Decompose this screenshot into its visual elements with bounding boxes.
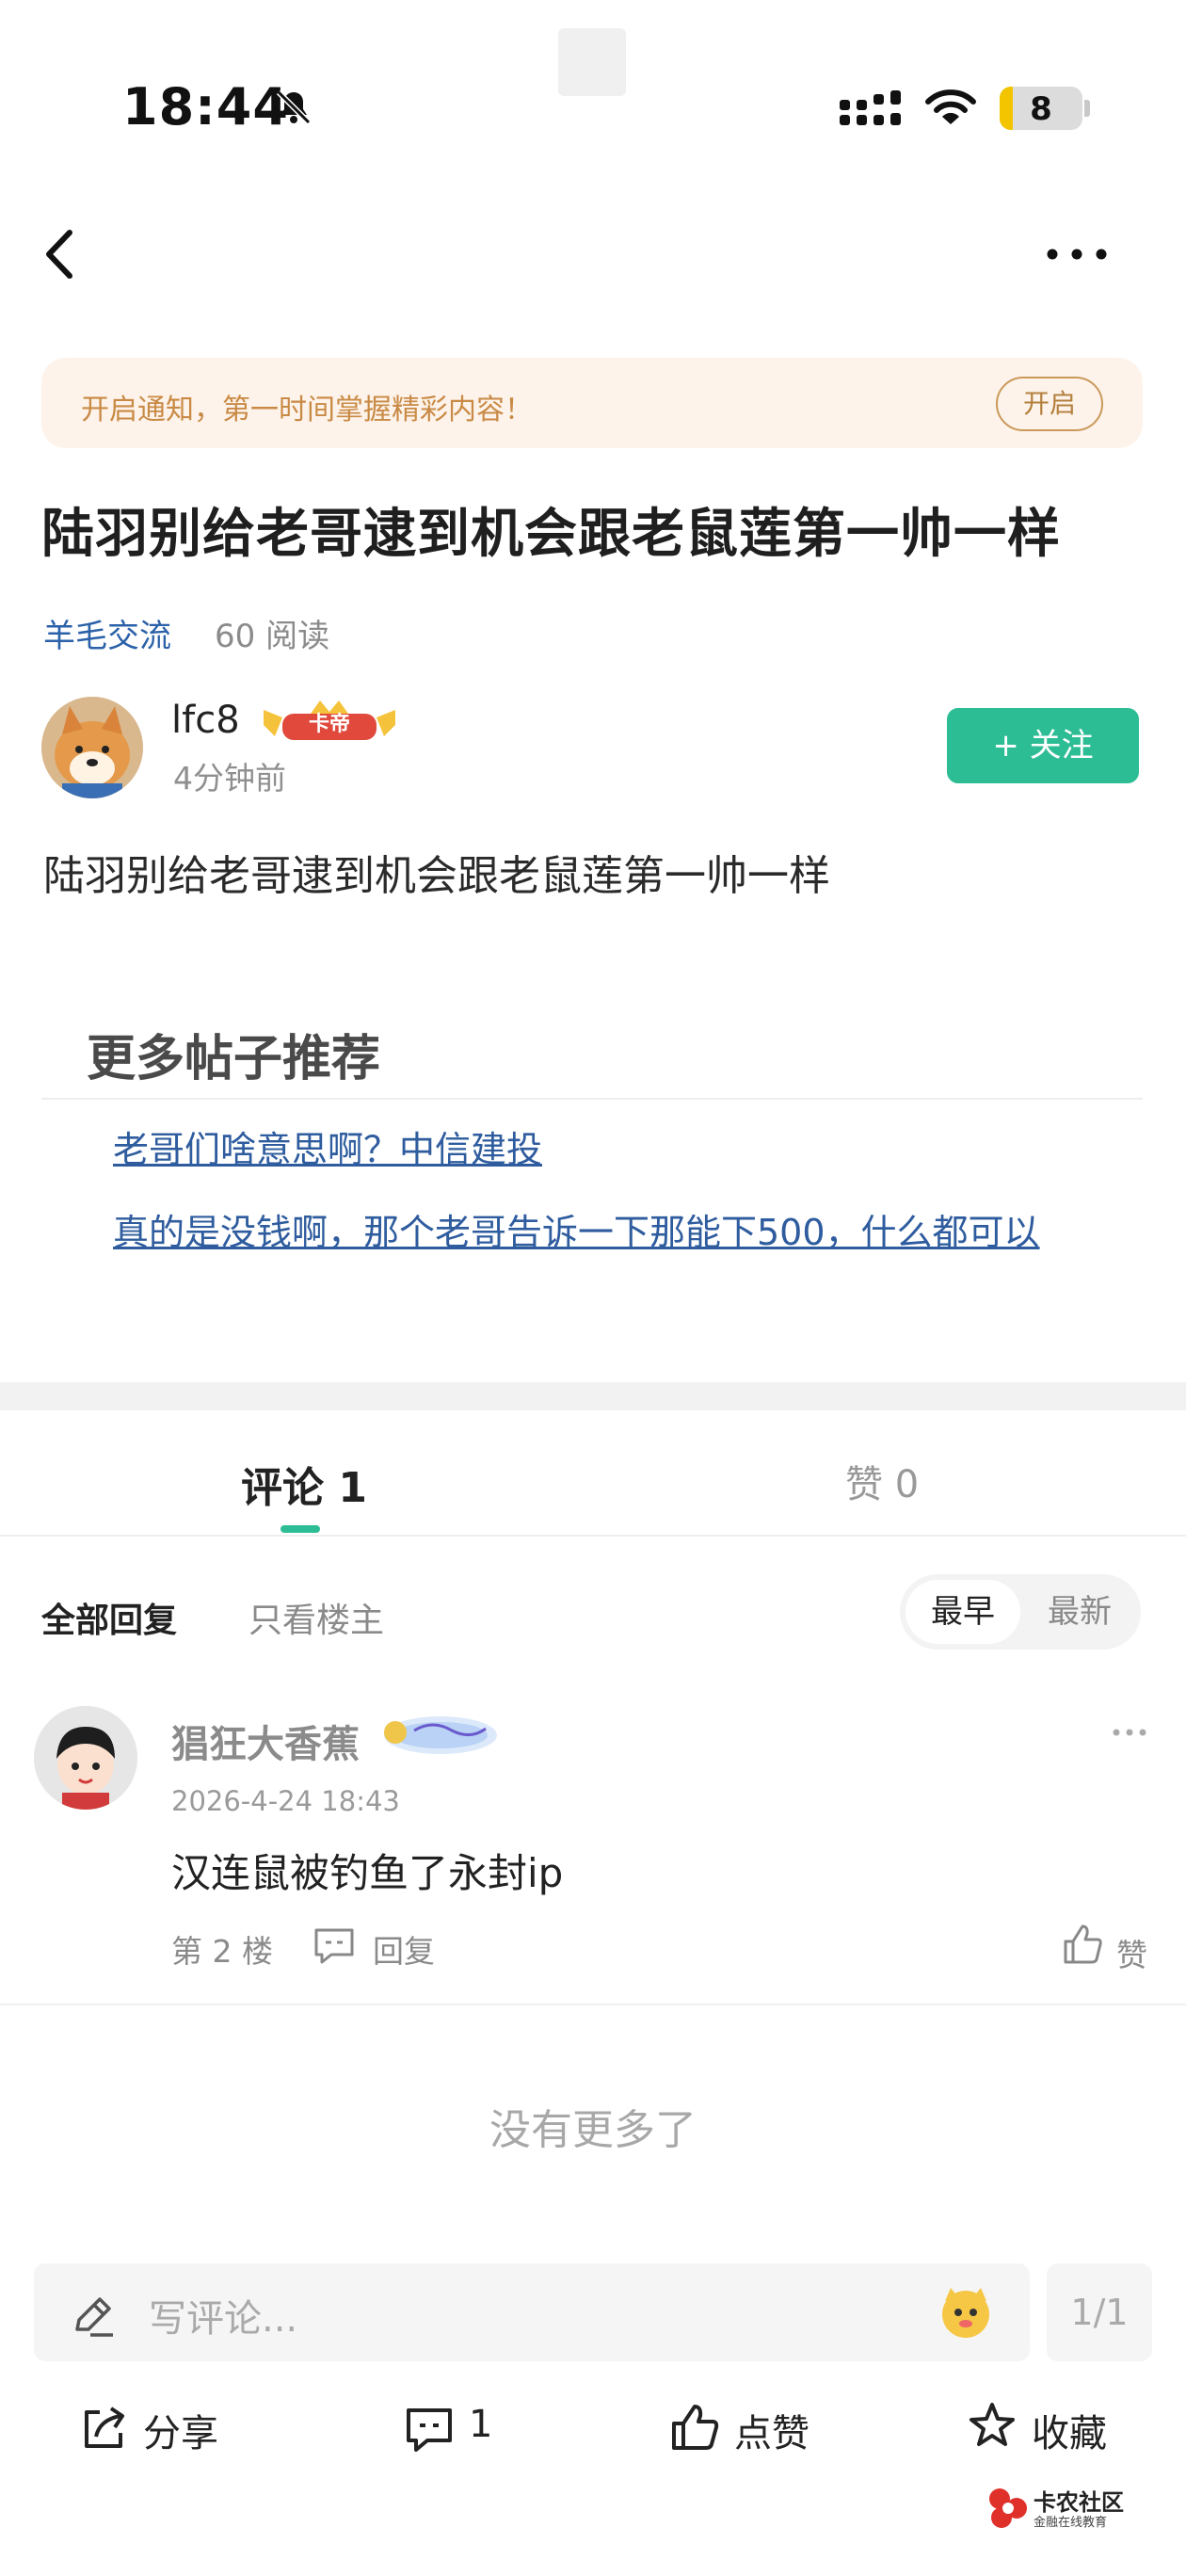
more-options-icon[interactable] <box>1043 240 1111 268</box>
battery-cap <box>1084 100 1090 117</box>
like-icon[interactable] <box>670 2403 719 2452</box>
recommend-heading: 更多帖子推荐 <box>87 1031 381 1087</box>
tab-likes[interactable]: 赞 0 <box>845 1454 919 1508</box>
wifi-icon <box>925 89 976 124</box>
recommend-link[interactable]: 真的是没钱啊，那个老哥告诉一下那能下500，什么都可以 <box>113 1203 1084 1255</box>
notification-text: 开启通知，第一时间掌握精彩内容！ <box>81 394 533 427</box>
follow-button[interactable]: + 关注 <box>947 708 1139 783</box>
active-tab-indicator <box>280 1525 320 1533</box>
comment-time: 2026-4-24 18:43 <box>171 1785 400 1817</box>
comment-input[interactable]: 写评论... <box>34 2263 1030 2361</box>
author-avatar[interactable] <box>41 697 143 798</box>
emoji-icon[interactable] <box>938 2284 994 2341</box>
commenter-level-badge <box>384 1716 497 1754</box>
no-more-text: 没有更多了 <box>489 2106 697 2154</box>
star-icon[interactable] <box>968 2401 1017 2450</box>
back-icon[interactable] <box>38 221 94 287</box>
read-count: 60 阅读 <box>215 618 330 655</box>
favorite-button[interactable]: 收藏 <box>1032 2403 1107 2457</box>
like-button[interactable]: 点赞 <box>734 2403 809 2457</box>
divider <box>41 1098 1143 1100</box>
recommend-link[interactable]: 老哥们啥意思啊？中信建投 <box>113 1120 1111 1172</box>
commenter-name[interactable]: 猖狂大香蕉 <box>171 1714 360 1768</box>
cellular-signal-icon <box>840 90 901 125</box>
post-category[interactable]: 羊毛交流 <box>43 610 171 656</box>
vip-badge: 卡帝 <box>258 697 401 746</box>
share-icon[interactable] <box>79 2405 128 2454</box>
watermark-subtitle: 金融在线教育 <box>1034 2516 1108 2530</box>
pen-icon <box>75 2297 113 2337</box>
comment-more-icon[interactable] <box>1111 1723 1148 1742</box>
kanong-logo-icon <box>989 2488 1027 2528</box>
sort-toggle: 最早 最新 <box>900 1574 1141 1650</box>
battery-indicator: 8 <box>1000 87 1082 130</box>
filter-all-replies[interactable]: 全部回复 <box>41 1593 177 1642</box>
post-body: 陆羽别给老哥逮到机会跟老鼠莲第一帅一样 <box>43 852 830 900</box>
reply-icon[interactable] <box>313 1926 356 1964</box>
post-time: 4分钟前 <box>173 760 286 797</box>
filter-op-only[interactable]: 只看楼主 <box>248 1593 384 1642</box>
camera-indicator <box>558 28 626 96</box>
divider <box>0 1535 1186 1537</box>
sort-earliest-button[interactable]: 最早 <box>906 1580 1020 1644</box>
page-indicator[interactable]: 1/1 <box>1047 2263 1152 2361</box>
reply-button[interactable]: 回复 <box>373 1926 435 1972</box>
share-button[interactable]: 分享 <box>143 2403 218 2457</box>
thumbs-up-icon[interactable] <box>1062 1923 1103 1966</box>
vip-badge-text: 卡帝 <box>308 713 350 736</box>
comment-floor: 第 2 楼 <box>171 1933 273 1970</box>
section-separator <box>0 1382 1186 1410</box>
commenter-avatar[interactable] <box>34 1706 137 1810</box>
status-time: 18:44 <box>122 77 289 137</box>
comment-text: 汉连鼠被钓鱼了永封ip <box>171 1850 564 1896</box>
status-bar: 18:44 8 <box>0 0 1186 179</box>
tab-comments[interactable]: 评论 1 <box>241 1454 367 1514</box>
comment-icon[interactable] <box>405 2405 454 2454</box>
cartoon-avatar-image <box>34 1706 137 1810</box>
divider <box>0 2004 1186 2005</box>
post-title: 陆羽别给老哥逮到机会跟老鼠莲第一帅一样 <box>41 504 1061 565</box>
bell-muted-icon <box>276 89 312 125</box>
shiba-avatar-image <box>41 697 143 798</box>
battery-level: 8 <box>1030 90 1052 128</box>
notification-banner: 开启通知，第一时间掌握精彩内容！ 开启 <box>41 358 1143 448</box>
author-name[interactable]: lfc8 <box>171 699 240 742</box>
sort-newest-button[interactable]: 最新 <box>1028 1580 1131 1644</box>
comment-like-button[interactable]: 赞 <box>1116 1930 1147 1975</box>
comment-count[interactable]: 1 <box>469 2403 492 2446</box>
enable-notification-button[interactable]: 开启 <box>996 377 1103 431</box>
comment-input-placeholder: 写评论... <box>149 2297 298 2341</box>
